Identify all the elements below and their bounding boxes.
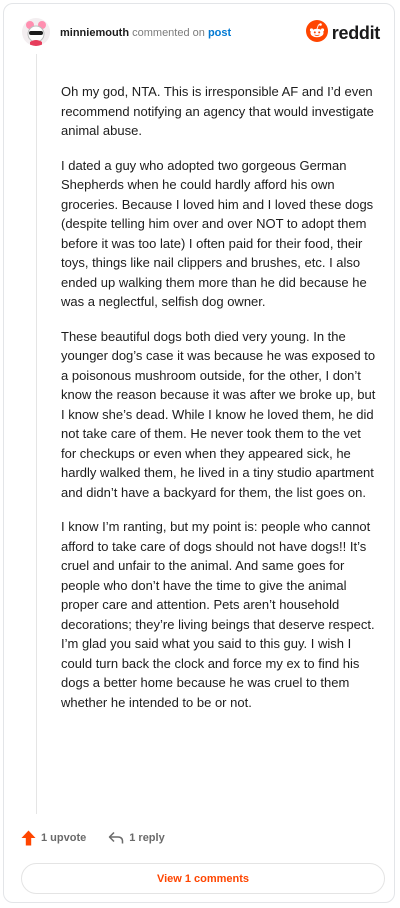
- upvote-arrow-icon: [21, 830, 36, 846]
- comment-meta: minniemouth commented on post: [60, 26, 231, 40]
- comment-paragraph: Oh my god, NTA. This is irresponsible AF…: [61, 84, 374, 138]
- reddit-logo-icon: [305, 19, 328, 47]
- action-text: commented on: [132, 27, 205, 39]
- username-link[interactable]: minniemouth: [60, 27, 129, 39]
- upvote-button[interactable]: 1 upvote: [21, 830, 86, 846]
- thread-line: [36, 54, 37, 814]
- comment-card: minniemouth commented on post reddit Oh …: [3, 3, 395, 903]
- reddit-brand[interactable]: reddit: [305, 19, 381, 47]
- comment-paragraph: These beautiful dogs both died very youn…: [61, 328, 376, 500]
- brand-name: reddit: [331, 22, 381, 43]
- post-link[interactable]: post: [208, 27, 231, 39]
- upvote-count: 1 upvote: [41, 832, 87, 844]
- reply-count: 1 reply: [129, 832, 165, 844]
- reply-arrow-icon: [108, 831, 124, 844]
- reply-button[interactable]: 1 reply: [108, 831, 165, 845]
- comment-actions: 1 upvote 1 reply: [21, 829, 187, 847]
- comment-header: minniemouth commented on post reddit: [22, 18, 380, 58]
- view-comments-button[interactable]: View 1 comments: [21, 863, 385, 894]
- avatar-icon[interactable]: [22, 18, 50, 46]
- comment-paragraph: I dated a guy who adopted two gorgeous G…: [61, 157, 374, 310]
- comment-paragraph: I know I’m ranting, but my point is: peo…: [61, 519, 375, 710]
- comment-body: Oh my god, NTA. This is irresponsible AF…: [61, 82, 379, 727]
